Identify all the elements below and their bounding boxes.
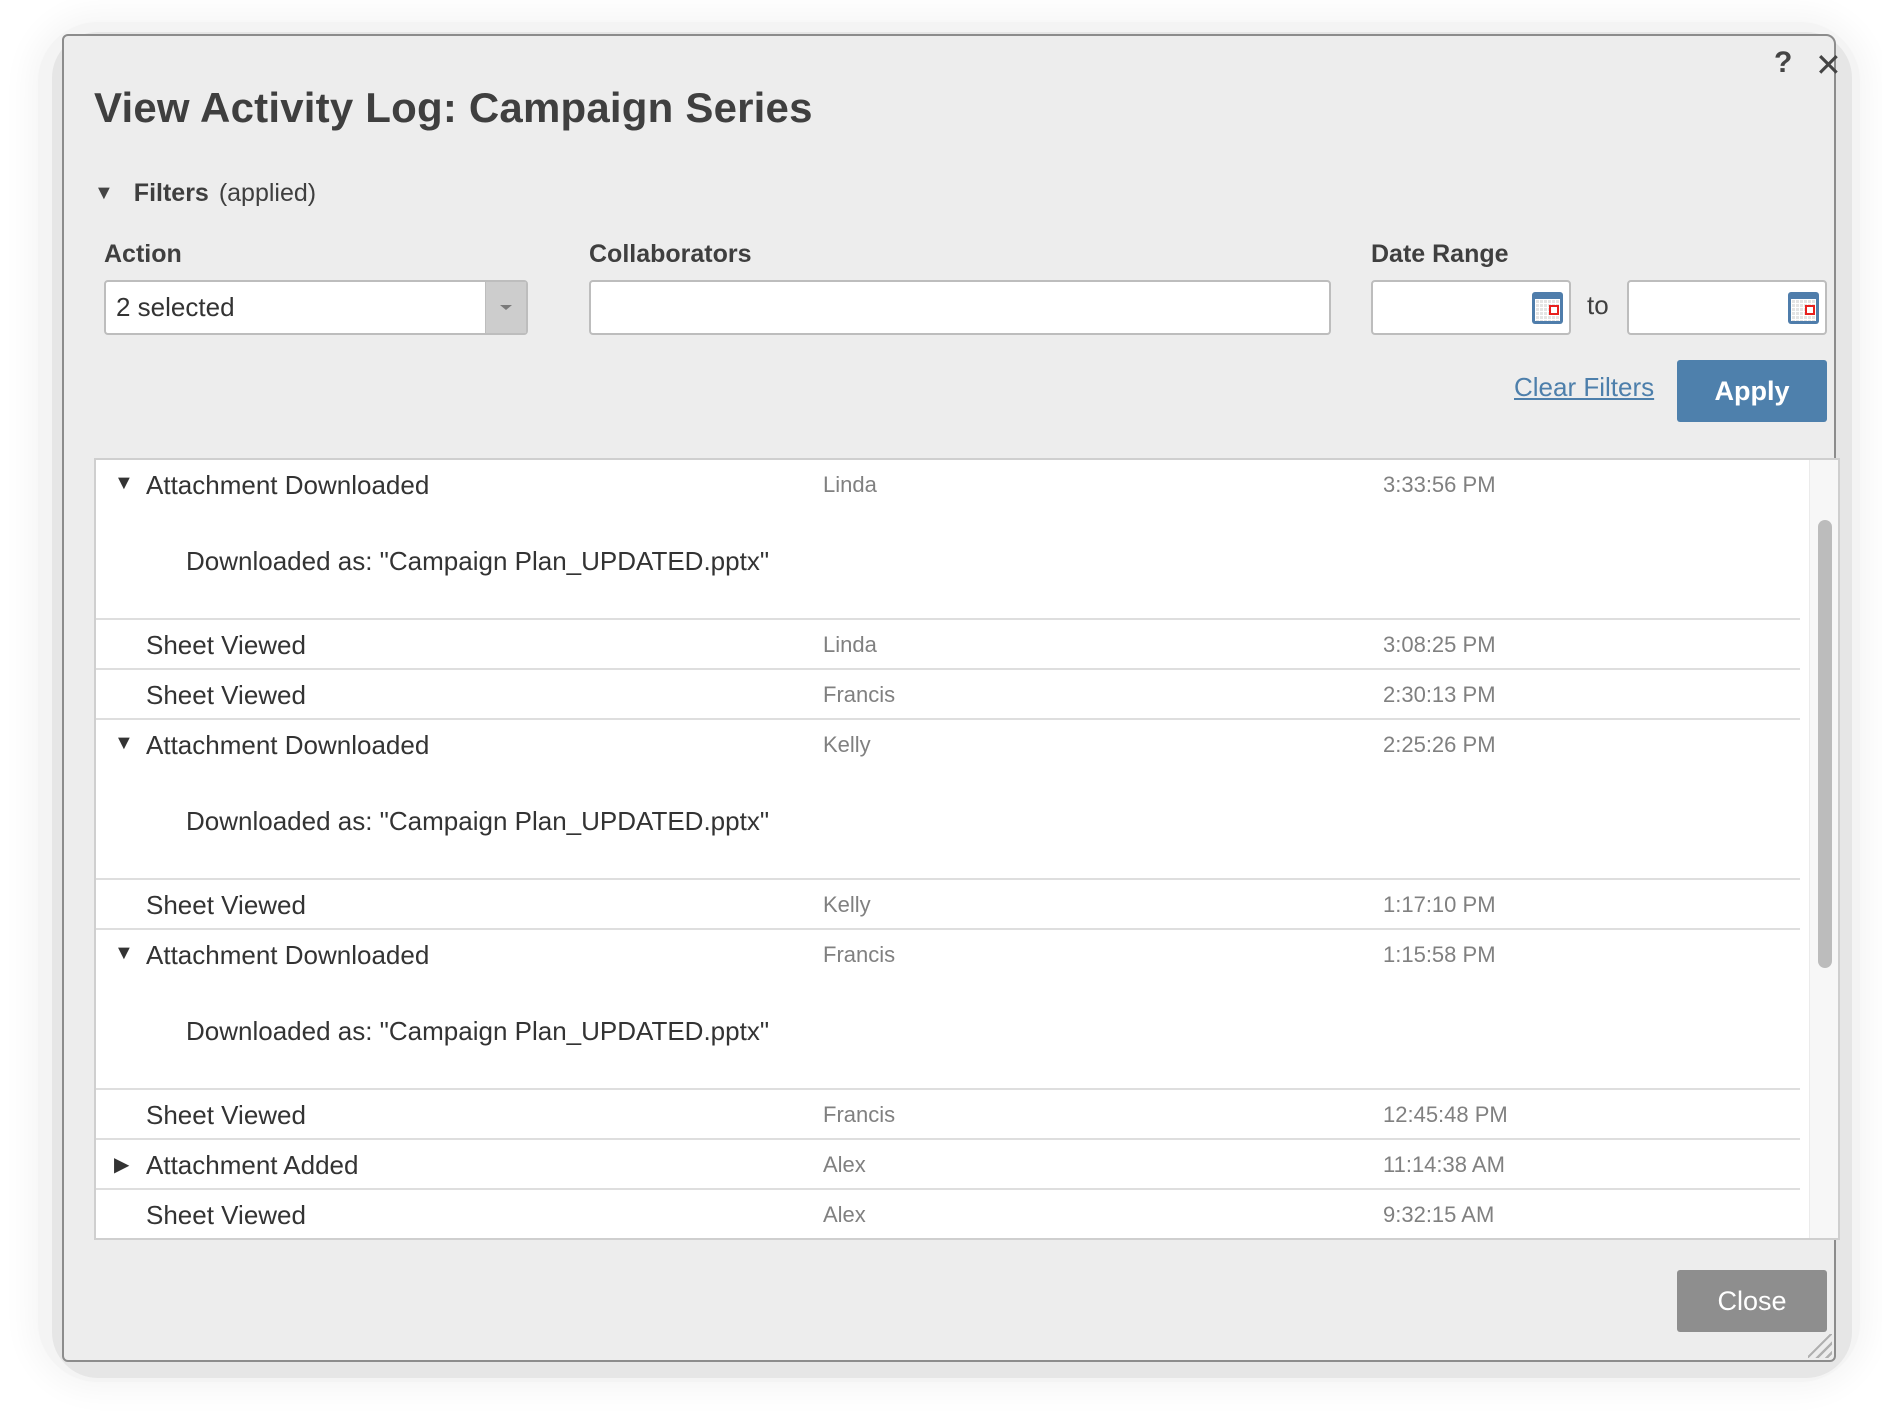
calendar-icon[interactable] <box>1532 292 1563 324</box>
log-action: Sheet Viewed <box>146 630 306 660</box>
action-label: Action <box>104 240 182 268</box>
log-row[interactable]: ▶ Attachment Added Alex 11:14:38 AM <box>96 1140 1800 1190</box>
clear-filters-link[interactable]: Clear Filters <box>1514 372 1654 403</box>
triangle-right-icon[interactable]: ▶ <box>114 1152 129 1177</box>
activity-log-dialog: View Activity Log: Campaign Series ? ✕ ▼… <box>62 34 1842 1362</box>
triangle-down-icon[interactable]: ▼ <box>114 732 134 755</box>
activity-list: ▼ Attachment Downloaded Linda 3:33:56 PM Dow… <box>94 458 1840 1240</box>
help-icon[interactable]: ? <box>1774 46 1792 80</box>
action-select-value: 2 selected <box>116 292 235 322</box>
log-user: Alex <box>823 1152 866 1177</box>
log-action: Attachment Downloaded <box>146 940 430 970</box>
log-user: Francis <box>823 1102 896 1127</box>
log-time: 3:08:25 PM <box>1383 632 1496 657</box>
log-action: Attachment Downloaded <box>146 730 430 760</box>
log-action: Sheet Viewed <box>146 680 306 710</box>
filters-toggle[interactable]: ▼ Filters (applied) <box>94 179 316 208</box>
log-row: Sheet Viewed Alex 9:32:15 AM <box>96 1190 1800 1238</box>
log-row[interactable]: ▼ Attachment Downloaded Francis 1:15:58 PM D… <box>96 930 1800 1090</box>
log-user: Kelly <box>823 732 871 757</box>
log-time: 2:30:13 PM <box>1383 682 1496 707</box>
log-user: Kelly <box>823 892 871 917</box>
log-row[interactable]: ▼ Attachment Downloaded Linda 3:33:56 PM Dow… <box>96 460 1800 620</box>
date-from-field[interactable] <box>1371 280 1571 335</box>
date-to-field[interactable] <box>1627 280 1827 335</box>
log-time: 2:25:26 PM <box>1383 732 1496 757</box>
chevron-down-icon <box>500 305 512 310</box>
log-user: Linda <box>823 472 877 497</box>
log-time: 3:33:56 PM <box>1383 472 1496 497</box>
log-action: Sheet Viewed <box>146 1200 306 1230</box>
action-select[interactable]: 2 selected <box>104 280 528 335</box>
filters-heading: Filters <box>133 179 209 207</box>
close-icon[interactable]: ✕ <box>1815 46 1842 84</box>
log-time: 1:17:10 PM <box>1383 892 1496 917</box>
date-range-label: Date Range <box>1371 240 1509 268</box>
log-detail: Downloaded as: "Campaign Plan_UPDATED.pp… <box>186 546 770 576</box>
date-range-separator: to <box>1587 290 1609 320</box>
triangle-down-icon[interactable]: ▼ <box>114 472 134 495</box>
log-action: Sheet Viewed <box>146 890 306 920</box>
log-row: Sheet Viewed Kelly 1:17:10 PM <box>96 880 1800 930</box>
log-time: 11:14:38 AM <box>1383 1152 1505 1177</box>
dropdown-button[interactable] <box>485 282 526 333</box>
log-time: 1:15:58 PM <box>1383 942 1496 967</box>
log-row: Sheet Viewed Francis 2:30:13 PM <box>96 670 1800 720</box>
log-action: Attachment Added <box>146 1150 359 1180</box>
scrollbar[interactable] <box>1809 460 1838 1238</box>
collaborators-label: Collaborators <box>589 240 752 268</box>
log-user: Francis <box>823 682 896 707</box>
log-action: Attachment Downloaded <box>146 470 430 500</box>
collaborators-input[interactable] <box>589 280 1331 335</box>
close-button[interactable]: Close <box>1677 1270 1827 1332</box>
triangle-down-icon[interactable]: ▼ <box>114 942 134 965</box>
scrollbar-thumb[interactable] <box>1818 520 1832 968</box>
log-detail: Downloaded as: "Campaign Plan_UPDATED.pp… <box>186 1016 770 1046</box>
log-time: 9:32:15 AM <box>1383 1202 1495 1227</box>
resize-handle-icon[interactable] <box>1808 1334 1832 1358</box>
triangle-down-icon: ▼ <box>94 182 114 204</box>
log-row[interactable]: ▼ Attachment Downloaded Kelly 2:25:26 PM Dow… <box>96 720 1800 880</box>
log-row: Sheet Viewed Linda 3:08:25 PM <box>96 620 1800 670</box>
dialog-title: View Activity Log: Campaign Series <box>94 84 813 131</box>
log-time: 12:45:48 PM <box>1383 1102 1508 1127</box>
calendar-icon[interactable] <box>1788 292 1819 324</box>
apply-button[interactable]: Apply <box>1677 360 1827 422</box>
log-detail: Downloaded as: "Campaign Plan_UPDATED.pp… <box>186 806 770 836</box>
log-row: Sheet Viewed Francis 12:45:48 PM <box>96 1090 1800 1140</box>
log-user: Linda <box>823 632 877 657</box>
log-action: Sheet Viewed <box>146 1100 306 1130</box>
log-user: Francis <box>823 942 896 967</box>
log-user: Alex <box>823 1202 866 1227</box>
filters-status: (applied) <box>218 179 317 207</box>
